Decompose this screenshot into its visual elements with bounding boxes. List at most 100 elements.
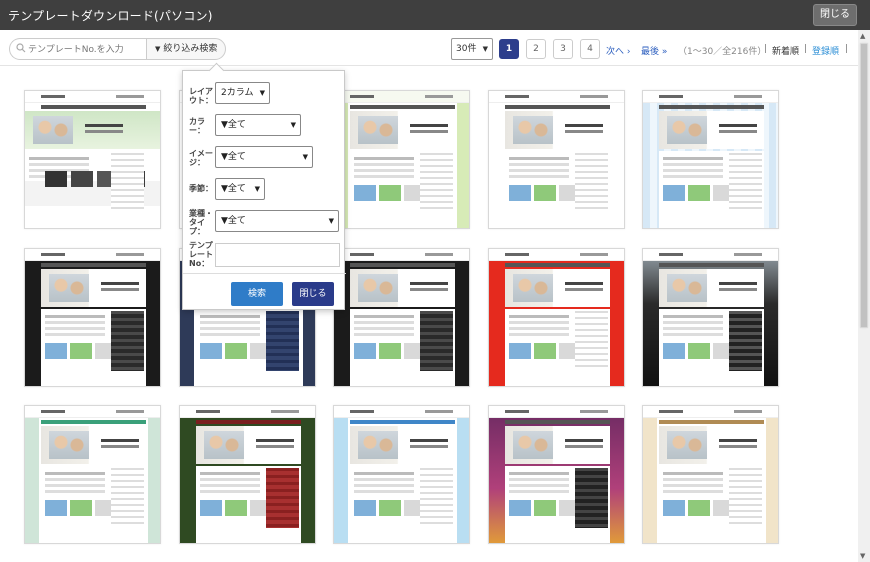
template-preview-side xyxy=(111,311,144,371)
image-value: ▼全て xyxy=(221,152,246,162)
image-label: イメージ： xyxy=(189,149,213,167)
template-preview-nav xyxy=(41,263,146,267)
filter-popup: レイアウト： 2カラム ▼ カラー： ▼全て ▼ イメージ： ▼全て ▼ 季節：… xyxy=(182,70,346,310)
caret-down-icon: ▼ xyxy=(302,153,308,161)
divider: | xyxy=(764,44,768,54)
season-select[interactable]: ▼全て ▼ xyxy=(215,178,265,200)
template-search-box[interactable] xyxy=(9,38,146,60)
industry-select[interactable]: ▼全て ▼ xyxy=(215,210,339,232)
layout-label: レイアウト： xyxy=(189,87,213,105)
caret-down-icon: ▼ xyxy=(482,45,488,53)
title-bar: テンプレートダウンロード(パソコン) 閉じる xyxy=(0,0,870,30)
template-thumbnail[interactable] xyxy=(24,248,161,387)
template-no-label: テンプレートNo： xyxy=(189,241,213,268)
template-preview-side xyxy=(729,468,762,528)
template-preview-hero xyxy=(41,426,146,464)
caret-down-icon: ▼ xyxy=(155,45,161,53)
scroll-down-icon[interactable]: ▼ xyxy=(860,552,865,560)
template-preview-side xyxy=(266,311,299,371)
template-no-search-input[interactable] xyxy=(28,41,142,58)
sort-newest-link[interactable]: 新着順 xyxy=(772,44,799,57)
template-preview-nav xyxy=(350,263,455,267)
template-preview-hero xyxy=(350,269,455,307)
template-thumbnail[interactable] xyxy=(24,405,161,544)
template-preview-side xyxy=(420,311,453,371)
template-grid xyxy=(0,66,858,562)
template-preview-head xyxy=(643,406,778,418)
result-count: （1～30／全216件） xyxy=(678,47,767,57)
template-thumbnail[interactable] xyxy=(333,405,470,544)
divider: | xyxy=(845,44,849,54)
template-preview-side xyxy=(575,468,608,528)
filter-search-button[interactable]: ▼ 絞り込み検索 xyxy=(146,38,226,60)
template-preview-hero xyxy=(196,426,301,464)
template-preview-head xyxy=(489,91,624,103)
template-preview-hero xyxy=(350,426,455,464)
template-preview-head xyxy=(25,406,160,418)
toolbar: ▼絞り込み検索 30件 ▼ 1 2 3 4 次へ › 最後 » （1～30／全2… xyxy=(0,30,858,66)
scrollbar-thumb[interactable] xyxy=(860,43,868,328)
per-page-value: 30件 xyxy=(456,44,477,54)
template-preview-head xyxy=(643,91,778,103)
caret-down-icon: ▼ xyxy=(259,89,265,97)
page-button-1[interactable]: 1 xyxy=(499,39,519,59)
template-thumbnail[interactable] xyxy=(488,90,625,229)
template-preview-head xyxy=(489,406,624,418)
template-preview-nav xyxy=(659,263,764,267)
template-preview-hero xyxy=(505,111,610,149)
search-icon xyxy=(16,43,26,53)
template-preview-nav xyxy=(41,105,146,109)
season-value: ▼全て xyxy=(221,184,246,194)
color-value: ▼全て xyxy=(221,120,246,130)
color-label: カラー： xyxy=(189,117,205,135)
sort-registered-link[interactable]: 登録順 xyxy=(812,44,839,57)
industry-value: ▼全て xyxy=(221,216,246,226)
template-preview-side xyxy=(575,311,608,371)
template-preview-nav xyxy=(41,420,146,424)
template-thumbnail[interactable] xyxy=(24,90,161,229)
template-thumbnail[interactable] xyxy=(642,248,779,387)
season-label: 季節： xyxy=(189,184,213,193)
template-thumbnail[interactable] xyxy=(488,248,625,387)
template-preview-head xyxy=(25,91,160,103)
template-preview-nav xyxy=(196,420,301,424)
template-preview-side xyxy=(575,153,608,213)
layout-select[interactable]: 2カラム ▼ xyxy=(215,82,270,104)
template-thumbnail[interactable] xyxy=(333,248,470,387)
color-select[interactable]: ▼全て ▼ xyxy=(215,114,301,136)
last-page-link[interactable]: 最後 » xyxy=(641,44,667,57)
per-page-select[interactable]: 30件 ▼ xyxy=(451,38,493,60)
template-preview-head xyxy=(334,249,469,261)
template-thumbnail[interactable] xyxy=(179,405,316,544)
caret-down-icon: ▼ xyxy=(254,185,260,193)
page-button-2[interactable]: 2 xyxy=(526,39,546,59)
template-preview-hero xyxy=(659,269,764,307)
popup-divider xyxy=(183,273,346,274)
next-page-link[interactable]: 次へ › xyxy=(606,44,630,57)
template-preview-hero xyxy=(659,111,764,149)
template-preview-nav xyxy=(350,105,455,109)
template-thumbnail[interactable] xyxy=(642,405,779,544)
caret-down-icon: ▼ xyxy=(290,121,296,129)
page-button-3[interactable]: 3 xyxy=(553,39,573,59)
template-preview-side xyxy=(729,311,762,371)
window-title: テンプレートダウンロード(パソコン) xyxy=(8,9,213,23)
filter-search-submit-button[interactable]: 検索 xyxy=(231,282,283,306)
filter-close-button[interactable]: 閉じる xyxy=(292,282,334,306)
filter-search-label: 絞り込み検索 xyxy=(163,44,218,54)
template-preview-nav xyxy=(505,420,610,424)
template-preview-head xyxy=(643,249,778,261)
industry-label: 業種・タイプ： xyxy=(189,209,213,236)
template-preview-hero xyxy=(350,111,455,149)
page-button-4[interactable]: 4 xyxy=(580,39,600,59)
scroll-up-icon[interactable]: ▲ xyxy=(860,32,865,40)
template-preview-side xyxy=(420,153,453,213)
image-select[interactable]: ▼全て ▼ xyxy=(215,146,313,168)
template-thumbnail[interactable] xyxy=(642,90,779,229)
template-preview-nav xyxy=(659,420,764,424)
template-thumbnail[interactable] xyxy=(488,405,625,544)
vertical-scrollbar[interactable]: ▲ ▼ xyxy=(858,30,870,562)
template-no-field[interactable] xyxy=(215,243,340,267)
template-thumbnail[interactable] xyxy=(333,90,470,229)
window-close-button[interactable]: 閉じる xyxy=(813,4,857,26)
